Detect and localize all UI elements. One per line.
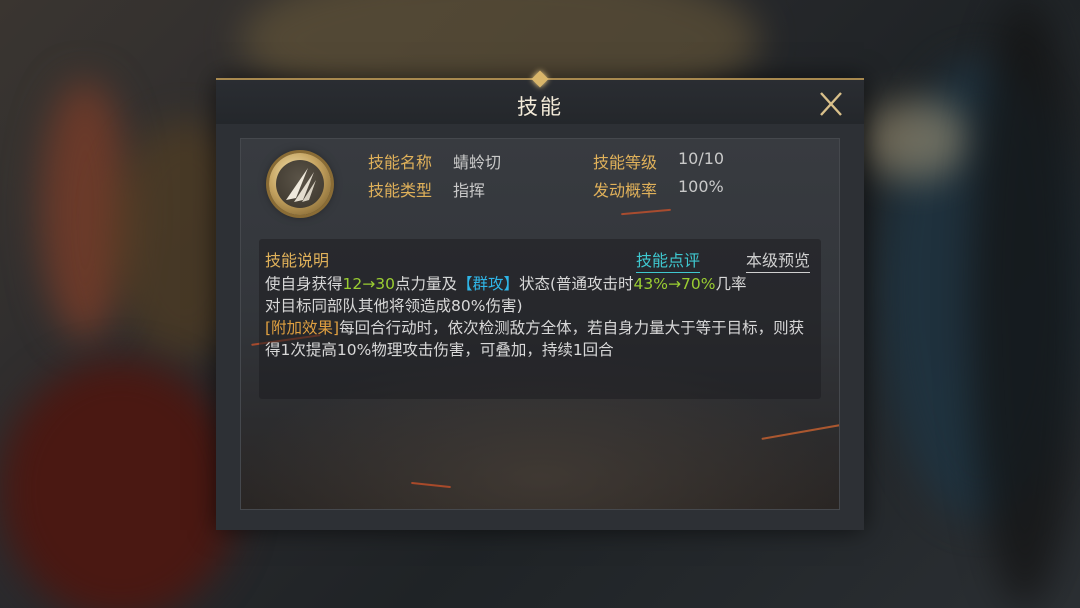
desc-line1-part2: 点力量及: [394, 275, 457, 293]
skill-level-label: 技能等级: [593, 153, 658, 172]
close-icon: [820, 92, 842, 116]
skill-icon-frame: [269, 153, 331, 215]
description-title: 技能说明: [265, 251, 330, 270]
desc-line2: 对目标同部队其他将领造成80%伤害): [265, 297, 523, 315]
desc-line1-part1: 使自身获得: [265, 275, 343, 293]
strength-value: 12→30: [342, 275, 395, 293]
close-button[interactable]: [816, 90, 846, 118]
trigger-chance-value: 100%: [678, 177, 724, 196]
skill-name-label: 技能名称: [368, 153, 433, 172]
description-text: 使自身获得12→30点力量及【群攻】状态(普通攻击时43%→70%几率 对目标同…: [265, 273, 815, 361]
skill-type-label: 技能类型: [368, 181, 433, 200]
aoe-tag: 【群攻】: [456, 275, 519, 293]
extra-effect-text: 每回合行动时，依次检测敌方全体，若自身力量大于等于目标，则获得1次提高10%物理…: [265, 319, 805, 359]
desc-line1-part4: 几率: [715, 275, 747, 293]
claw-slash-icon: [286, 168, 316, 202]
description-box: 技能说明 技能点评 本级预览 使自身获得12→30点力量及【群攻】状态(普通攻击…: [259, 239, 821, 399]
skill-name-value: 蜻蛉切: [453, 153, 502, 172]
skill-panel: 技能名称 蜻蛉切 技能等级 10/10 技能类型 指挥 发动概率 100% 技能…: [240, 138, 840, 510]
level-preview-link[interactable]: 本级预览: [746, 247, 811, 273]
extra-effect-tag: [附加效果]: [265, 319, 340, 337]
desc-line1-part3: 状态(普通攻击时: [518, 275, 634, 293]
skill-level-value: 10/10: [678, 149, 725, 168]
aoe-chance-value: 43%→70%: [633, 275, 716, 293]
skill-type-value: 指挥: [453, 181, 486, 200]
title-bar: 技能: [216, 70, 864, 124]
trigger-chance-label: 发动概率: [593, 181, 658, 200]
skill-dialog: 技能 技能名称 蜻蛉切 技能等级 10/10 技能类型 指挥 发动概率 100%: [216, 70, 864, 530]
skill-review-link[interactable]: 技能点评: [636, 247, 701, 273]
dialog-title: 技能: [517, 95, 563, 119]
